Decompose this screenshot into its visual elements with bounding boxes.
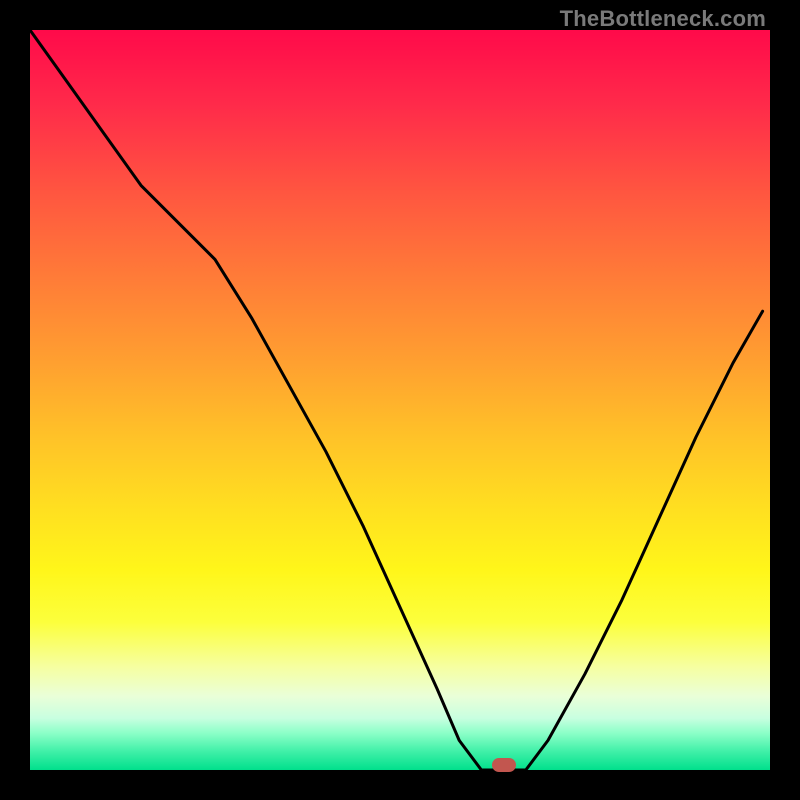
chart-frame [30,30,770,770]
attribution-label: TheBottleneck.com [560,6,766,32]
optimal-marker [492,758,516,772]
bottleneck-curve [30,30,770,770]
plot-area [30,30,770,770]
